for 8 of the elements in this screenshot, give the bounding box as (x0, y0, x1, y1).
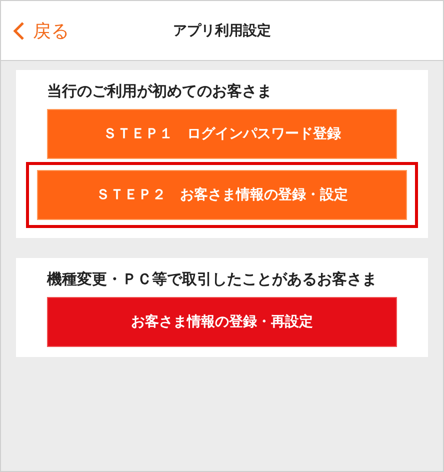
step-button[interactable]: お客さま情報の登録・再設定 (47, 297, 397, 347)
back-link[interactable]: 戻る (13, 18, 69, 42)
step-button[interactable]: ＳＴＥＰ２ お客さま情報の登録・設定 (37, 170, 407, 220)
section-title: 当行のご利用が初めてのお客さま (47, 82, 273, 101)
back-chevron-icon (13, 20, 25, 40)
screen-title: アプリ利用設定 (173, 22, 271, 40)
step-button[interactable]: ＳＴＥＰ１ ログインパスワード登録 (47, 109, 397, 159)
section-title: 機種変更・ＰＣ等で取引したことがあるお客さま (47, 270, 378, 289)
